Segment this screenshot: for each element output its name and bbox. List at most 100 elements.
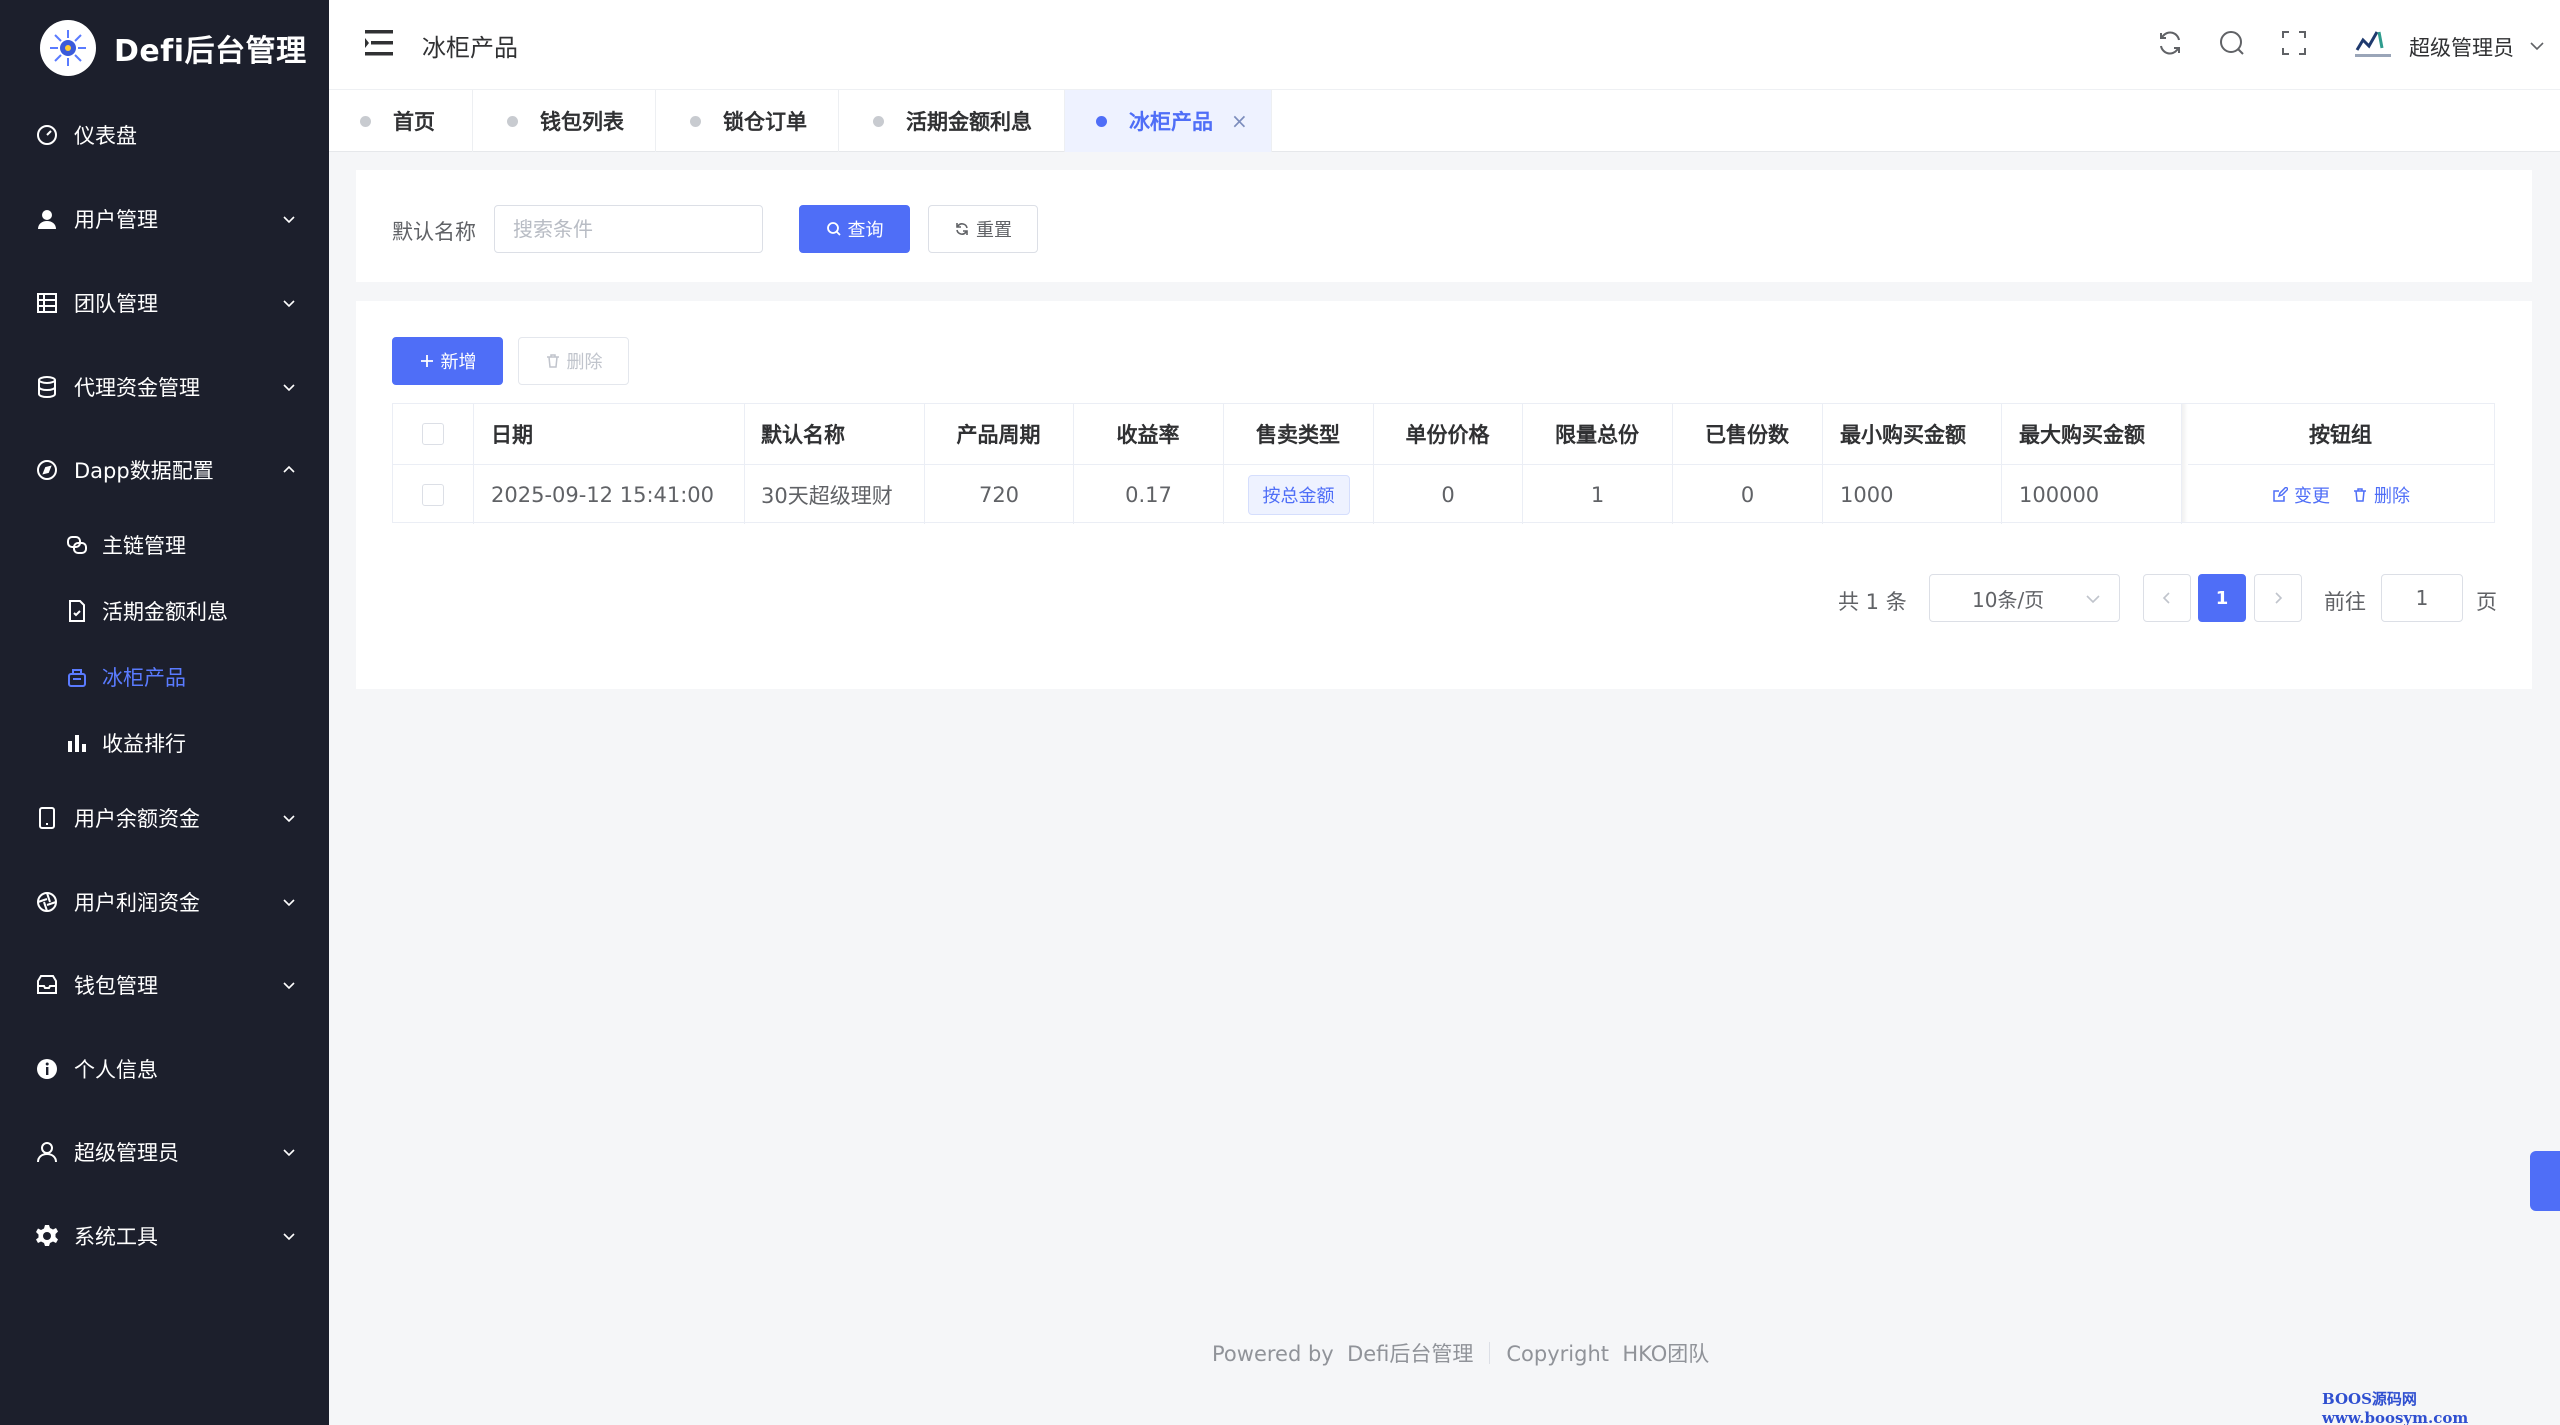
sidebar-item-team[interactable]: 团队管理 [0, 273, 329, 333]
sidebar-item-label: 代理资金管理 [74, 376, 200, 400]
tab-dot [873, 115, 884, 127]
tab-dot [690, 115, 701, 127]
reset-button[interactable]: 重置 [928, 205, 1038, 253]
sidebar-item-profile[interactable]: 个人信息 [0, 1039, 329, 1099]
sidebar-item-label: 用户利润资金 [74, 891, 200, 915]
chevron-left-icon [2162, 592, 2170, 604]
page-size-select[interactable]: 10条/页 [1929, 574, 2120, 622]
tab-freezer-products[interactable]: 冰柜产品 × [1065, 90, 1272, 152]
delete-link-label: 删除 [2374, 485, 2410, 507]
table-cell: 1 [1523, 464, 1672, 524]
sidebar-subitem-ranking[interactable]: 收益排行 [0, 715, 329, 771]
row-select-cell [393, 464, 473, 524]
table-cell: 0.17 [1074, 464, 1223, 524]
add-button-label: 新增 [440, 352, 477, 373]
edit-link[interactable]: 变更 [2272, 482, 2330, 508]
column-header[interactable]: 限量总份 [1522, 404, 1672, 464]
column-header[interactable]: 默认名称 [761, 404, 924, 464]
query-button[interactable]: 查询 [799, 205, 910, 253]
add-button[interactable]: 新增 [392, 337, 503, 385]
sidebar-item-label: 用户管理 [74, 208, 158, 232]
reset-button-label: 重置 [976, 220, 1012, 241]
sidebar-item-super-admin[interactable]: 超级管理员 [0, 1122, 329, 1182]
breadcrumb: 冰柜产品 [422, 34, 518, 62]
close-icon[interactable]: × [1231, 109, 1248, 133]
tab-current-interest[interactable]: 活期金额利息 [839, 90, 1065, 152]
database-icon [34, 374, 60, 400]
table-cell: 0 [1673, 464, 1822, 524]
column-header[interactable]: 产品周期 [924, 404, 1073, 464]
tab-dot [1096, 115, 1107, 127]
user-icon [34, 206, 60, 232]
sidebar-subitem-chain[interactable]: 主链管理 [0, 517, 329, 573]
tab-bar: 首页 钱包列表 锁仓订单 活期金额利息 冰柜产品 × [329, 90, 2560, 152]
footer-copyright: Copyright HKO团队 [1506, 1342, 1710, 1366]
delete-link[interactable]: 删除 [2352, 482, 2410, 508]
chevron-down-icon[interactable] [2529, 38, 2545, 54]
brand-logo-icon [40, 20, 96, 76]
watermark: BOOS源码网www.boosym.com [2322, 1390, 2469, 1425]
table-cell: 1000 [1823, 464, 2001, 524]
tab-wallet-list[interactable]: 钱包列表 [473, 90, 656, 152]
delete-button[interactable]: 删除 [518, 337, 629, 385]
prev-page-button[interactable] [2143, 574, 2191, 622]
chain-icon [64, 532, 90, 558]
search-icon[interactable] [2217, 28, 2247, 58]
sidebar-item-balance[interactable]: 用户余额资金 [0, 788, 329, 848]
top-header: 冰柜产品 超级管理员 [329, 0, 2560, 90]
avatar[interactable] [2349, 24, 2397, 64]
sidebar-subitem-freezer[interactable]: 冰柜产品 [0, 649, 329, 705]
sidebar-item-system-tools[interactable]: 系统工具 [0, 1206, 329, 1266]
sidebar-item-users[interactable]: 用户管理 [0, 189, 329, 249]
column-header[interactable]: 售卖类型 [1223, 404, 1373, 464]
tab-label: 首页 [393, 110, 435, 134]
query-button-label: 查询 [847, 220, 884, 241]
document-icon [64, 598, 90, 624]
row-checkbox[interactable] [422, 483, 444, 506]
goto-page-input[interactable] [2381, 574, 2463, 622]
refresh-icon [956, 223, 968, 235]
refresh-icon[interactable] [2155, 28, 2185, 58]
footer-divider [1489, 1342, 1491, 1364]
trash-icon [2354, 487, 2366, 502]
tab-dot [360, 115, 371, 127]
delete-button-label: 删除 [566, 352, 603, 373]
sidebar-subitem-interest[interactable]: 活期金额利息 [0, 583, 329, 639]
tab-label: 锁仓订单 [723, 110, 807, 134]
fullscreen-icon[interactable] [2279, 28, 2309, 58]
chevron-down-icon [283, 1233, 295, 1241]
sidebar-item-label: 超级管理员 [74, 1141, 179, 1165]
tab-home[interactable]: 首页 [329, 90, 473, 152]
box-icon [64, 664, 90, 690]
sidebar-subitem-label: 主链管理 [102, 534, 186, 558]
table-cell: 2025-09-12 15:41:00 [474, 464, 744, 524]
goto-label: 前往 [2324, 590, 2366, 614]
search-input[interactable] [494, 205, 763, 253]
page-number[interactable]: 1 [2198, 574, 2246, 622]
tab-lock-orders[interactable]: 锁仓订单 [656, 90, 839, 152]
column-header[interactable]: 单份价格 [1373, 404, 1522, 464]
sidebar-subitem-label: 收益排行 [102, 732, 186, 756]
column-header[interactable]: 收益率 [1073, 404, 1223, 464]
select-all-checkbox[interactable] [422, 423, 444, 445]
next-page-button[interactable] [2254, 574, 2302, 622]
hamburger-icon[interactable] [365, 30, 397, 56]
compass-icon [34, 457, 60, 483]
column-header[interactable]: 最小购买金额 [1840, 404, 2001, 464]
brand[interactable]: Defi后台管理 [0, 0, 329, 96]
settings-float-button[interactable] [2530, 1151, 2560, 1211]
aperture-icon [34, 889, 60, 915]
column-header[interactable]: 日期 [491, 404, 744, 464]
edit-link-label: 变更 [2294, 485, 2330, 507]
column-header[interactable]: 最大购买金额 [2019, 404, 2181, 464]
sidebar-item-wallet[interactable]: 钱包管理 [0, 955, 329, 1015]
column-header[interactable]: 已售份数 [1672, 404, 1822, 464]
sidebar-item-agent-funds[interactable]: 代理资金管理 [0, 357, 329, 417]
sidebar-item-label: 仪表盘 [74, 124, 137, 148]
user-name[interactable]: 超级管理员 [2409, 32, 2514, 62]
sale-type-tag: 按总金额 [1247, 474, 1350, 515]
sidebar-item-profit[interactable]: 用户利润资金 [0, 872, 329, 932]
sidebar-item-dashboard[interactable]: 仪表盘 [0, 105, 329, 165]
app-root: Defi后台管理 仪表盘 用户管理 团队管理 代理资金管理 Dapp数据配置 主… [0, 0, 2560, 1425]
sidebar-item-dapp-config[interactable]: Dapp数据配置 [0, 440, 329, 500]
